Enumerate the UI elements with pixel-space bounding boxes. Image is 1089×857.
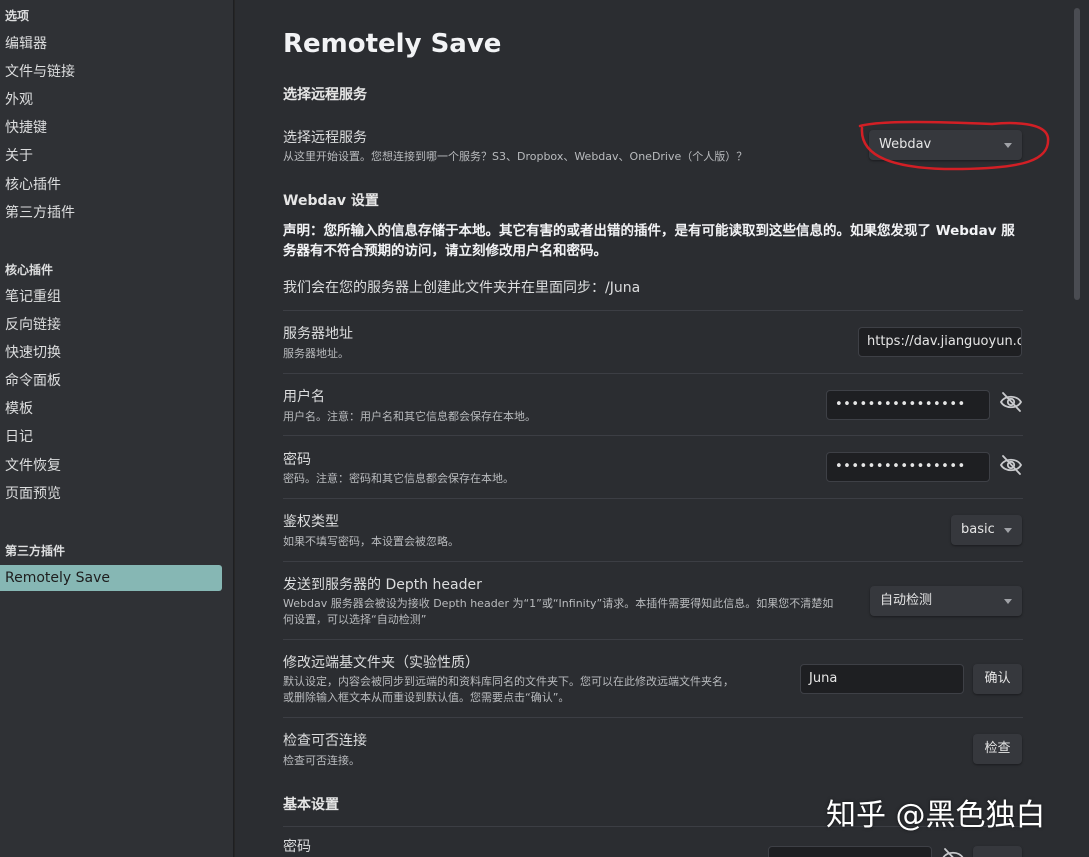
sidebar-item-hotkeys[interactable]: 快捷键 bbox=[0, 115, 222, 141]
sidebar-item-editor[interactable]: 编辑器 bbox=[0, 31, 222, 57]
sidebar-item-core-plugins[interactable]: 核心插件 bbox=[0, 172, 222, 198]
security-warning: 声明：您所输入的信息存储于本地。其它有害的或者出错的插件，是有可能读取到这些信息… bbox=[283, 223, 1015, 259]
divider bbox=[283, 435, 1023, 436]
check-connection-button[interactable]: 检查 bbox=[973, 734, 1022, 764]
eye-off-icon[interactable] bbox=[999, 392, 1023, 412]
auth-type-value: basic bbox=[961, 522, 995, 537]
sidebar-item-page-preview[interactable]: 页面预览 bbox=[0, 481, 222, 507]
server-address-input[interactable]: https://dav.jianguoyun.co bbox=[858, 327, 1022, 357]
sidebar-item-file-recovery[interactable]: 文件恢复 bbox=[0, 453, 222, 479]
setting-name-password: 密码 bbox=[283, 452, 311, 468]
section-heading-choose-service: 选择远程服务 bbox=[283, 87, 367, 103]
page-title: Remotely Save bbox=[283, 29, 502, 59]
sidebar-item-remotely-save[interactable]: Remotely Save bbox=[0, 565, 222, 591]
sidebar-section-core: 核心插件 bbox=[5, 263, 54, 277]
sidebar-item-about[interactable]: 关于 bbox=[0, 143, 222, 169]
sidebar-item-note-composer[interactable]: 笔记重组 bbox=[0, 284, 222, 310]
basic-password-button[interactable] bbox=[973, 846, 1022, 857]
setting-name-basic-password: 密码 bbox=[283, 839, 311, 855]
divider bbox=[283, 498, 1023, 499]
divider bbox=[283, 310, 1023, 311]
depth-header-dropdown[interactable]: 自动检测 bbox=[870, 586, 1022, 616]
chevron-down-icon bbox=[1004, 528, 1012, 533]
sidebar-item-appearance[interactable]: 外观 bbox=[0, 87, 222, 113]
sidebar-item-templates[interactable]: 模板 bbox=[0, 396, 222, 422]
chevron-down-icon bbox=[1004, 599, 1012, 604]
confirm-button[interactable]: 确认 bbox=[973, 664, 1022, 694]
setting-desc-auth: 如果不填写密码，本设置会被忽略。 bbox=[283, 535, 459, 548]
sidebar-item-daily-notes[interactable]: 日记 bbox=[0, 424, 222, 450]
setting-desc-password: 密码。注意：密码和其它信息都会保存在本地。 bbox=[283, 472, 514, 485]
auth-type-dropdown[interactable]: basic bbox=[951, 515, 1022, 545]
section-heading-webdav: Webdav 设置 bbox=[283, 193, 379, 209]
setting-desc-server: 服务器地址。 bbox=[283, 347, 349, 360]
section-heading-basic: 基本设置 bbox=[283, 797, 339, 813]
remote-folder-input[interactable]: Juna bbox=[800, 664, 964, 694]
sidebar-item-quick-switcher[interactable]: 快速切换 bbox=[0, 340, 222, 366]
setting-name-auth: 鉴权类型 bbox=[283, 514, 339, 530]
setting-name-server: 服务器地址 bbox=[283, 326, 353, 342]
remote-folder-note: 我们会在您的服务器上创建此文件夹并在里面同步：/Juna bbox=[283, 280, 641, 296]
sidebar-item-backlinks[interactable]: 反向链接 bbox=[0, 312, 222, 338]
highlight-circle-annotation bbox=[858, 120, 1050, 171]
setting-desc-depth-line1: Webdav 服务器会被设为接收 Depth header 为“1”或“Infi… bbox=[283, 597, 834, 610]
divider bbox=[283, 717, 1023, 718]
scrollbar-thumb[interactable] bbox=[1074, 8, 1080, 300]
username-input[interactable]: •••••••••••••••• bbox=[826, 390, 990, 420]
setting-name-check: 检查可否连接 bbox=[283, 733, 367, 749]
password-input[interactable]: •••••••••••••••• bbox=[826, 452, 990, 482]
settings-sidebar: 选项 编辑器 文件与链接 外观 快捷键 关于 核心插件 第三方插件 核心插件 笔… bbox=[0, 0, 234, 857]
setting-name-remote-folder: 修改远端基文件夹（实验性质） bbox=[283, 655, 479, 671]
eye-off-icon[interactable] bbox=[941, 848, 965, 857]
setting-desc-check: 检查可否连接。 bbox=[283, 754, 360, 767]
setting-desc-depth-line2: 何设置，可以选择“自动检测” bbox=[283, 613, 427, 626]
divider bbox=[283, 639, 1023, 640]
sidebar-item-command-palette[interactable]: 命令面板 bbox=[0, 368, 222, 394]
basic-password-input[interactable] bbox=[768, 846, 932, 857]
depth-header-value: 自动检测 bbox=[880, 593, 933, 608]
setting-desc-remote-folder-line2: 或删除输入框文本从而重设到默认值。您需要点击“确认”。 bbox=[283, 691, 570, 704]
setting-desc-remote-folder-line1: 默认设定，内容会被同步到远端的和资料库同名的文件夹下。您可以在此修改远端文件夹名… bbox=[283, 675, 734, 688]
setting-name-service: 选择远程服务 bbox=[283, 130, 367, 146]
watermark: 知乎 @黑色独白 bbox=[826, 798, 1046, 833]
setting-name-depth: 发送到服务器的 Depth header bbox=[283, 577, 482, 593]
divider bbox=[283, 373, 1023, 374]
setting-desc-username: 用户名。注意：用户名和其它信息都会保存在本地。 bbox=[283, 410, 536, 423]
eye-off-icon[interactable] bbox=[999, 455, 1023, 475]
sidebar-item-files-links[interactable]: 文件与链接 bbox=[0, 59, 222, 85]
sidebar-item-community-plugins[interactable]: 第三方插件 bbox=[0, 200, 222, 226]
divider bbox=[283, 561, 1023, 562]
sidebar-section-options: 选项 bbox=[5, 9, 30, 23]
sidebar-section-community: 第三方插件 bbox=[5, 544, 66, 558]
setting-desc-service: 从这里开始设置。您想连接到哪一个服务？S3、Dropbox、Webdav、One… bbox=[283, 150, 748, 163]
setting-name-username: 用户名 bbox=[283, 389, 325, 405]
